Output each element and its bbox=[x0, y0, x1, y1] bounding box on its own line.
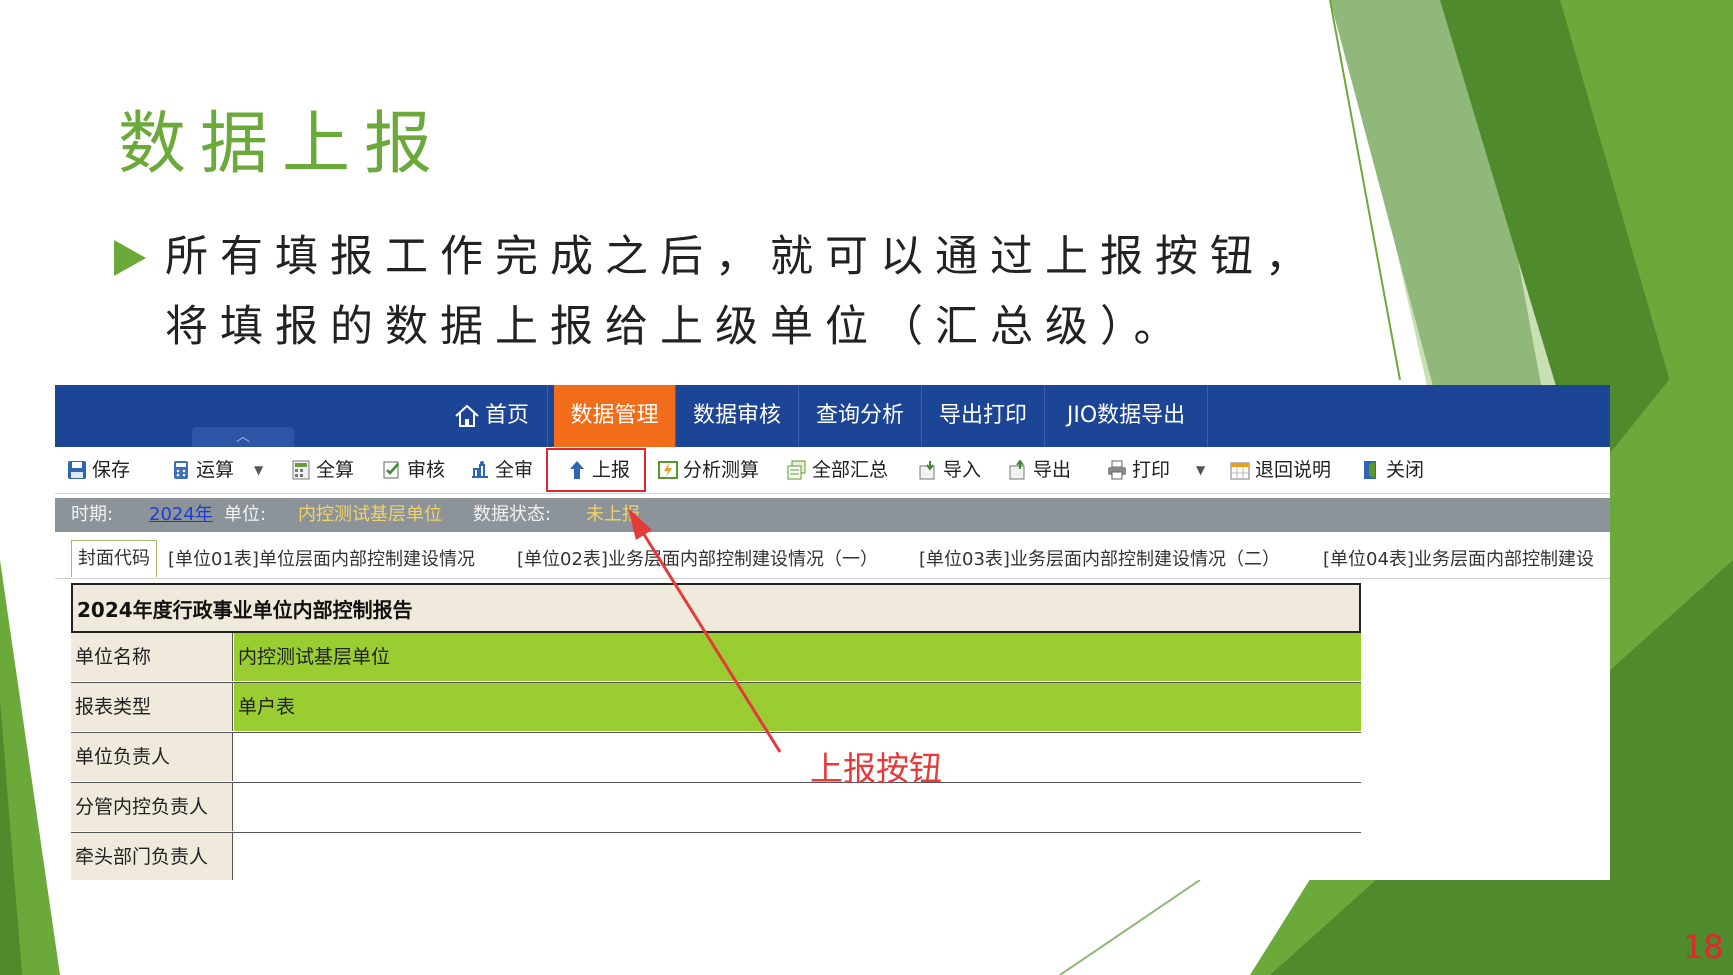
table-row: 分管内控负责人 bbox=[71, 783, 1361, 833]
table-row: 报表类型 单户表 bbox=[71, 683, 1361, 733]
summary-all-button[interactable]: 全部汇总 bbox=[787, 447, 888, 493]
print-label: 打印 bbox=[1132, 459, 1171, 481]
nav-item-query-analysis[interactable]: 查询分析 bbox=[799, 385, 922, 447]
row-label: 牵头部门负责人 bbox=[71, 833, 233, 880]
audit-button[interactable]: 审核 bbox=[382, 447, 445, 493]
export-icon bbox=[1009, 460, 1025, 480]
calculator-icon bbox=[174, 461, 188, 479]
nav-item-label: 首页 bbox=[484, 403, 529, 428]
table-row: 单位名称 内控测试基层单位 bbox=[71, 633, 1361, 683]
import-button[interactable]: 导入 bbox=[918, 447, 981, 493]
table-row: 牵头部门负责人 bbox=[71, 833, 1361, 880]
save-icon bbox=[68, 461, 86, 479]
unit-name-field[interactable]: 内控测试基层单位 bbox=[234, 633, 1361, 681]
annotation-label: 上报按钮 bbox=[810, 749, 942, 788]
nav-item-home[interactable]: 首页 bbox=[435, 385, 548, 447]
table-row: 单位负责人 bbox=[71, 733, 1361, 783]
status-bar: 时期: 2024年 单位: 内控测试基层单位 数据状态: 未上报 bbox=[55, 498, 1610, 532]
slide-title: 数据上报 bbox=[118, 105, 447, 184]
printer-icon bbox=[1108, 460, 1126, 480]
nav-item-data-audit[interactable]: 数据审核 bbox=[676, 385, 799, 447]
submit-highlight-box bbox=[546, 448, 646, 492]
tab-unit03[interactable]: [单位03表]业务层面内部控制建设情况（二） bbox=[919, 542, 1280, 578]
report-form: 2024年度行政事业单位内部控制报告 单位名称 内控测试基层单位 报表类型 单户… bbox=[71, 583, 1361, 880]
tab-cover-code[interactable]: 封面代码 bbox=[71, 540, 157, 577]
bullet-arrow-icon bbox=[114, 240, 146, 276]
report-title: 2024年度行政事业单位内部控制报告 bbox=[71, 583, 1361, 633]
report-tabs: 封面代码 [单位01表]单位层面内部控制建设情况 [单位02表]业务层面内部控制… bbox=[55, 538, 1610, 579]
exit-door-icon bbox=[1364, 461, 1376, 479]
home-icon bbox=[455, 404, 479, 427]
return-note-label: 退回说明 bbox=[1255, 459, 1332, 481]
save-button[interactable]: 保存 bbox=[67, 447, 130, 493]
bullet-line-1: 所有填报工作完成之后，就可以通过上报按钮， bbox=[165, 232, 1320, 282]
import-icon bbox=[919, 461, 935, 480]
row-label: 单位名称 bbox=[71, 633, 233, 681]
data-state-label: 数据状态: bbox=[473, 504, 552, 525]
export-button[interactable]: 导出 bbox=[1008, 447, 1071, 493]
tab-unit04[interactable]: [单位04表]业务层面内部控制建设 bbox=[1323, 542, 1594, 578]
calc-button[interactable]: 运算 bbox=[171, 447, 234, 493]
unit-label: 单位: bbox=[224, 504, 267, 525]
calc-all-icon bbox=[292, 460, 310, 480]
app-screenshot: ︿ 首页 数据管理 数据审核 查询分析 导出打印 JIO数据导出 保存 运算 ▼… bbox=[55, 385, 1610, 880]
bullet-text: 所有填报工作完成之后，就可以通过上报按钮， 将填报的数据上报给上级单位（汇总级）… bbox=[165, 222, 1365, 362]
bullet-line-2: 将填报的数据上报给上级单位（汇总级）。 bbox=[165, 302, 1189, 352]
calc-all-button[interactable]: 全算 bbox=[291, 447, 354, 493]
nav-collapse-handle[interactable]: ︿ bbox=[192, 427, 294, 447]
import-label: 导入 bbox=[943, 459, 982, 481]
nav-item-jio-export[interactable]: JIO数据导出 bbox=[1045, 385, 1208, 447]
tab-unit01[interactable]: [单位01表]单位层面内部控制建设情况 bbox=[168, 542, 475, 578]
period-label: 时期: bbox=[71, 504, 114, 525]
checklist-icon bbox=[383, 461, 399, 479]
unit-head-field[interactable] bbox=[234, 733, 1361, 781]
analysis-label: 分析测算 bbox=[683, 459, 760, 481]
row-label: 单位负责人 bbox=[71, 733, 233, 781]
summary-all-label: 全部汇总 bbox=[812, 459, 889, 481]
print-dropdown-icon[interactable]: ▼ bbox=[1196, 447, 1205, 493]
close-button[interactable]: 关闭 bbox=[1361, 447, 1424, 493]
page-number: 18 bbox=[1683, 928, 1724, 966]
calc-dropdown-icon[interactable]: ▼ bbox=[254, 447, 263, 493]
nav-item-data-management[interactable]: 数据管理 bbox=[554, 385, 676, 447]
audit-all-icon bbox=[472, 461, 488, 478]
audit-all-label: 全审 bbox=[495, 459, 534, 481]
audit-label: 审核 bbox=[407, 459, 446, 481]
internal-control-head-field[interactable] bbox=[234, 783, 1361, 831]
row-label: 分管内控负责人 bbox=[71, 783, 233, 831]
unit-value: 内控测试基层单位 bbox=[298, 504, 442, 525]
report-type-field[interactable]: 单户表 bbox=[234, 683, 1361, 731]
data-state-value: 未上报 bbox=[586, 504, 640, 525]
export-label: 导出 bbox=[1033, 459, 1072, 481]
calc-label: 运算 bbox=[196, 459, 235, 481]
toolbar: 保存 运算 ▼ 全算 审核 全审 上报 分析测算 全部汇总 导入 导出 打印 ▼… bbox=[55, 447, 1610, 494]
row-label: 报表类型 bbox=[71, 683, 233, 731]
print-button[interactable]: 打印 bbox=[1107, 447, 1170, 493]
main-nav: ︿ 首页 数据管理 数据审核 查询分析 导出打印 JIO数据导出 bbox=[55, 385, 1610, 447]
summary-icon bbox=[787, 460, 806, 480]
analysis-button[interactable]: 分析测算 bbox=[658, 447, 759, 493]
return-note-button[interactable]: 退回说明 bbox=[1230, 447, 1331, 493]
calc-all-label: 全算 bbox=[316, 459, 355, 481]
save-label: 保存 bbox=[92, 459, 131, 481]
calendar-icon bbox=[1230, 462, 1250, 480]
audit-all-button[interactable]: 全审 bbox=[470, 447, 533, 493]
period-link[interactable]: 2024年 bbox=[149, 498, 213, 532]
tab-unit02[interactable]: [单位02表]业务层面内部控制建设情况（一） bbox=[517, 542, 878, 578]
lead-department-head-field[interactable] bbox=[234, 833, 1361, 880]
nav-item-export-print[interactable]: 导出打印 bbox=[922, 385, 1045, 447]
close-label: 关闭 bbox=[1386, 459, 1425, 481]
analysis-icon bbox=[658, 461, 678, 479]
